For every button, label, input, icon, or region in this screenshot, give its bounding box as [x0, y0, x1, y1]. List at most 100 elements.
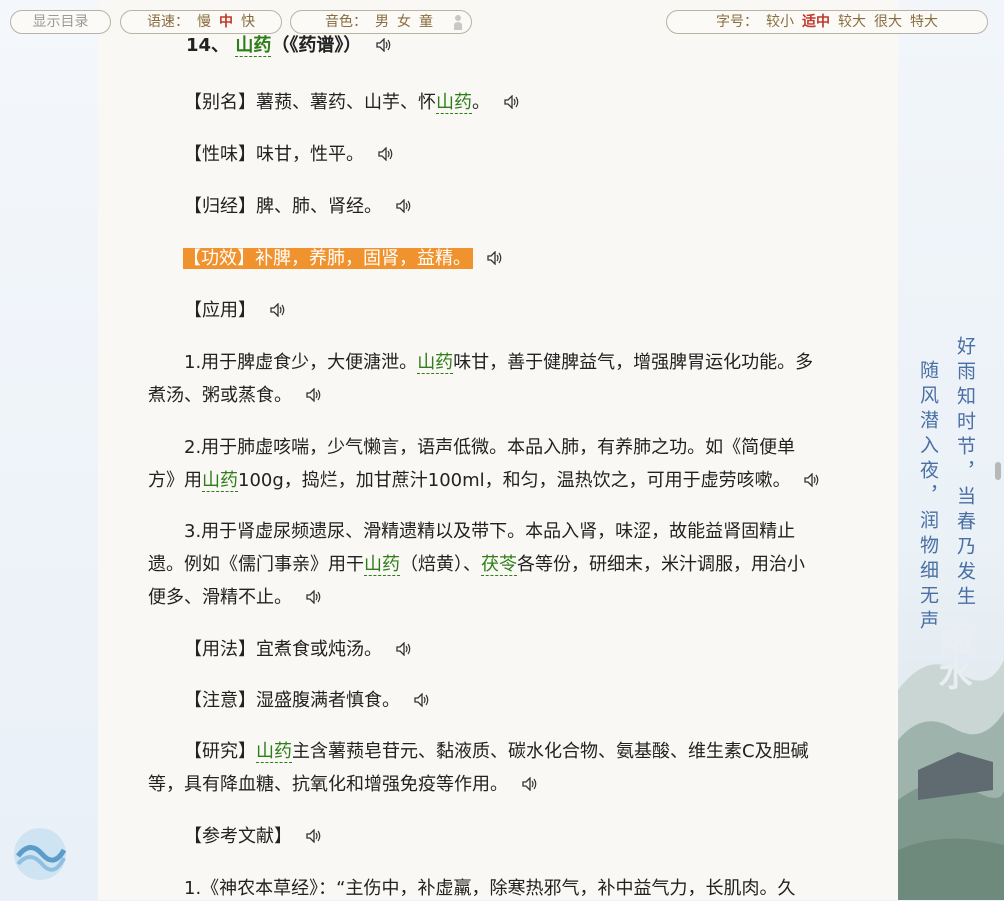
herb-link[interactable]: 山药 — [417, 352, 454, 374]
herb-link[interactable]: 山药 — [436, 92, 472, 114]
speed-fast-option[interactable]: 快 — [241, 11, 255, 33]
entry-title: 14、 山药（《药谱》） — [186, 34, 392, 58]
app1-text-c: 煮汤、粥或蒸食。 — [148, 385, 292, 406]
references-label: 【参考文献】 — [184, 826, 292, 847]
alias-text: 薯蓣、薯药、山芋、怀 — [256, 92, 436, 113]
voice-child-option[interactable]: 童 — [419, 11, 433, 33]
poem-column-2: 随风潜入夜，润物细无声 — [917, 360, 939, 635]
speaker-icon[interactable] — [306, 829, 322, 843]
reference-1-text: 1.《神农本草经》：“主伤中，补虚羸，除寒热邪气，补中益气力，长肌肉。久 — [184, 878, 796, 899]
font-size-control: 字号： 较小 适中 较大 很大 特大 — [666, 10, 988, 34]
speaker-icon[interactable] — [306, 388, 322, 402]
app3-text-c: （焙黄）、 — [400, 554, 481, 575]
application-3-line-2: 遗。例如《儒门事亲》用干山药（焙黄）、茯苓各等份，研细末，米汁调服，用治小 — [148, 553, 805, 577]
app3-text-d: 各等份，研细末，米汁调服，用治小 — [517, 554, 805, 575]
seal-text: 雨水 — [932, 620, 972, 692]
meridian-text: 脾、肺、肾经。 — [256, 196, 382, 217]
landscape-painting — [898, 660, 1004, 900]
speed-label: 语速： — [147, 14, 189, 30]
application-3-line-3: 便多、滑精不止。 — [148, 586, 322, 610]
speaker-icon[interactable] — [396, 199, 412, 213]
application-2-line-2: 方》用山药100g，捣烂，加甘蔗汁100ml，和匀，温热饮之，可用于虚劳咳嗽。 — [148, 469, 820, 493]
alias-label: 【别名】 — [184, 92, 256, 113]
caution-label: 【注意】 — [184, 690, 256, 711]
method-row: 【用法】宜煮食或炖汤。 — [184, 638, 412, 662]
poem-column-1: 好雨知时节，当春乃发生 — [954, 336, 976, 611]
caution-text: 湿盛腹满者慎食。 — [256, 690, 400, 711]
voice-female-option[interactable]: 女 — [397, 11, 411, 33]
font-extra-large-option[interactable]: 特大 — [910, 11, 938, 33]
usage-row: 【应用】 — [184, 299, 286, 323]
voice-control: 音色： 男 女 童 — [290, 10, 472, 34]
research-label: 【研究】 — [184, 741, 256, 762]
herb-link[interactable]: 山药 — [202, 470, 238, 492]
effect-label: 【功效】 — [183, 248, 255, 269]
app1-text-b: 味甘，善于健脾益气，增强脾胃运化功能。多 — [453, 352, 814, 373]
herb-link[interactable]: 山药 — [256, 741, 292, 763]
child-figure-icon — [454, 15, 462, 30]
font-large-option[interactable]: 很大 — [874, 11, 902, 33]
app-logo-icon — [14, 828, 67, 880]
references-row: 【参考文献】 — [184, 825, 322, 849]
speaker-icon[interactable] — [487, 251, 503, 265]
herb-link[interactable]: 山药 — [235, 35, 272, 57]
effect-row: 【功效】补脾，养肺，固肾，益精。 — [183, 247, 503, 271]
voice-label: 音色： — [325, 14, 367, 30]
usage-label: 【应用】 — [184, 300, 256, 321]
app2-text-a: 2.用于肺虚咳喘，少气懒言，语声低微。本品入肺，有养肺之功。如《简便单 — [184, 437, 796, 458]
speaker-icon[interactable] — [378, 147, 394, 161]
application-3-line-1: 3.用于肾虚尿频遗尿、滑精遗精以及带下。本品入肾，味涩，故能益肾固精止 — [184, 520, 795, 544]
speed-slow-option[interactable]: 慢 — [197, 11, 211, 33]
font-size-label: 字号： — [716, 14, 758, 30]
left-decoration — [0, 0, 98, 900]
method-label: 【用法】 — [184, 639, 256, 660]
font-larger-option[interactable]: 较大 — [838, 11, 866, 33]
app3-text-a: 3.用于肾虚尿频遗尿、滑精遗精以及带下。本品入肾，味涩，故能益肾固精止 — [184, 521, 796, 542]
research-line-2: 等，具有降血糖、抗氧化和增强免疫等作用。 — [148, 773, 538, 797]
research-line-1: 【研究】山药主含薯蓣皂苷元、黏液质、碳水化合物、氨基酸、维生素C及胆碱 — [184, 740, 809, 764]
application-1-line-2: 煮汤、粥或蒸食。 — [148, 384, 322, 408]
font-smaller-option[interactable]: 较小 — [766, 11, 794, 33]
app1-text-a: 1.用于脾虚食少，大便溏泄。 — [184, 352, 418, 373]
herb-link[interactable]: 山药 — [364, 554, 400, 576]
herb-link-fuling[interactable]: 茯苓 — [481, 554, 517, 576]
voice-male-option[interactable]: 男 — [375, 11, 389, 33]
entry-number: 14、 — [186, 35, 230, 56]
speaker-icon[interactable] — [396, 642, 412, 656]
application-2-line-1: 2.用于肺虚咳喘，少气懒言，语声低微。本品入肺，有养肺之功。如《简便单 — [184, 436, 795, 460]
nature-text: 味甘，性平。 — [256, 144, 364, 165]
method-text: 宜煮食或炖汤。 — [256, 639, 382, 660]
speaker-icon[interactable] — [270, 303, 286, 317]
toggle-toc-button[interactable]: 显示目录 — [10, 10, 111, 34]
right-decoration: 好雨知时节，当春乃发生 随风潜入夜，润物细无声 雨水 — [898, 0, 1004, 900]
app2-text-c: 100g，捣烂，加甘蔗汁100ml，和匀，温热饮之，可用于虚劳咳嗽。 — [238, 470, 791, 491]
toc-label: 显示目录 — [32, 14, 89, 30]
speed-medium-option[interactable]: 中 — [219, 11, 233, 33]
alias-row: 【别名】薯蓣、薯药、山芋、怀山药。 — [184, 91, 520, 115]
alias-end: 。 — [472, 92, 490, 113]
app3-text-b: 遗。例如《儒门事亲》用干 — [148, 554, 364, 575]
title-suffix: （《药谱》） — [271, 35, 362, 56]
nature-label: 【性味】 — [184, 144, 256, 165]
speech-speed-control: 语速： 慢 中 快 — [120, 10, 282, 34]
app3-text-e: 便多、滑精不止。 — [148, 587, 292, 608]
nature-row: 【性味】味甘，性平。 — [184, 143, 394, 167]
speaker-icon[interactable] — [414, 693, 430, 707]
application-1-line-1: 1.用于脾虚食少，大便溏泄。山药味甘，善于健脾益气，增强脾胃运化功能。多 — [184, 351, 813, 375]
effect-highlight: 【功效】补脾，养肺，固肾，益精。 — [183, 248, 473, 269]
app2-text-b: 方》用 — [148, 470, 202, 491]
meridian-row: 【归经】脾、肺、肾经。 — [184, 195, 412, 219]
speaker-icon[interactable] — [522, 777, 538, 791]
speaker-icon[interactable] — [804, 473, 820, 487]
research-text-b: 等，具有降血糖、抗氧化和增强免疫等作用。 — [148, 774, 508, 795]
effect-text: 补脾，养肺，固肾，益精。 — [255, 248, 471, 269]
font-medium-option[interactable]: 适中 — [802, 11, 830, 33]
reference-1: 1.《神农本草经》：“主伤中，补虚羸，除寒热邪气，补中益气力，长肌肉。久 — [184, 877, 796, 901]
scrollbar-thumb[interactable] — [995, 462, 1001, 480]
meridian-label: 【归经】 — [184, 196, 256, 217]
caution-row: 【注意】湿盛腹满者慎食。 — [184, 689, 430, 713]
research-text-a: 主含薯蓣皂苷元、黏液质、碳水化合物、氨基酸、维生素C及胆碱 — [292, 741, 809, 762]
speaker-icon[interactable] — [306, 590, 322, 604]
speaker-icon[interactable] — [375, 38, 392, 52]
speaker-icon[interactable] — [504, 95, 520, 109]
